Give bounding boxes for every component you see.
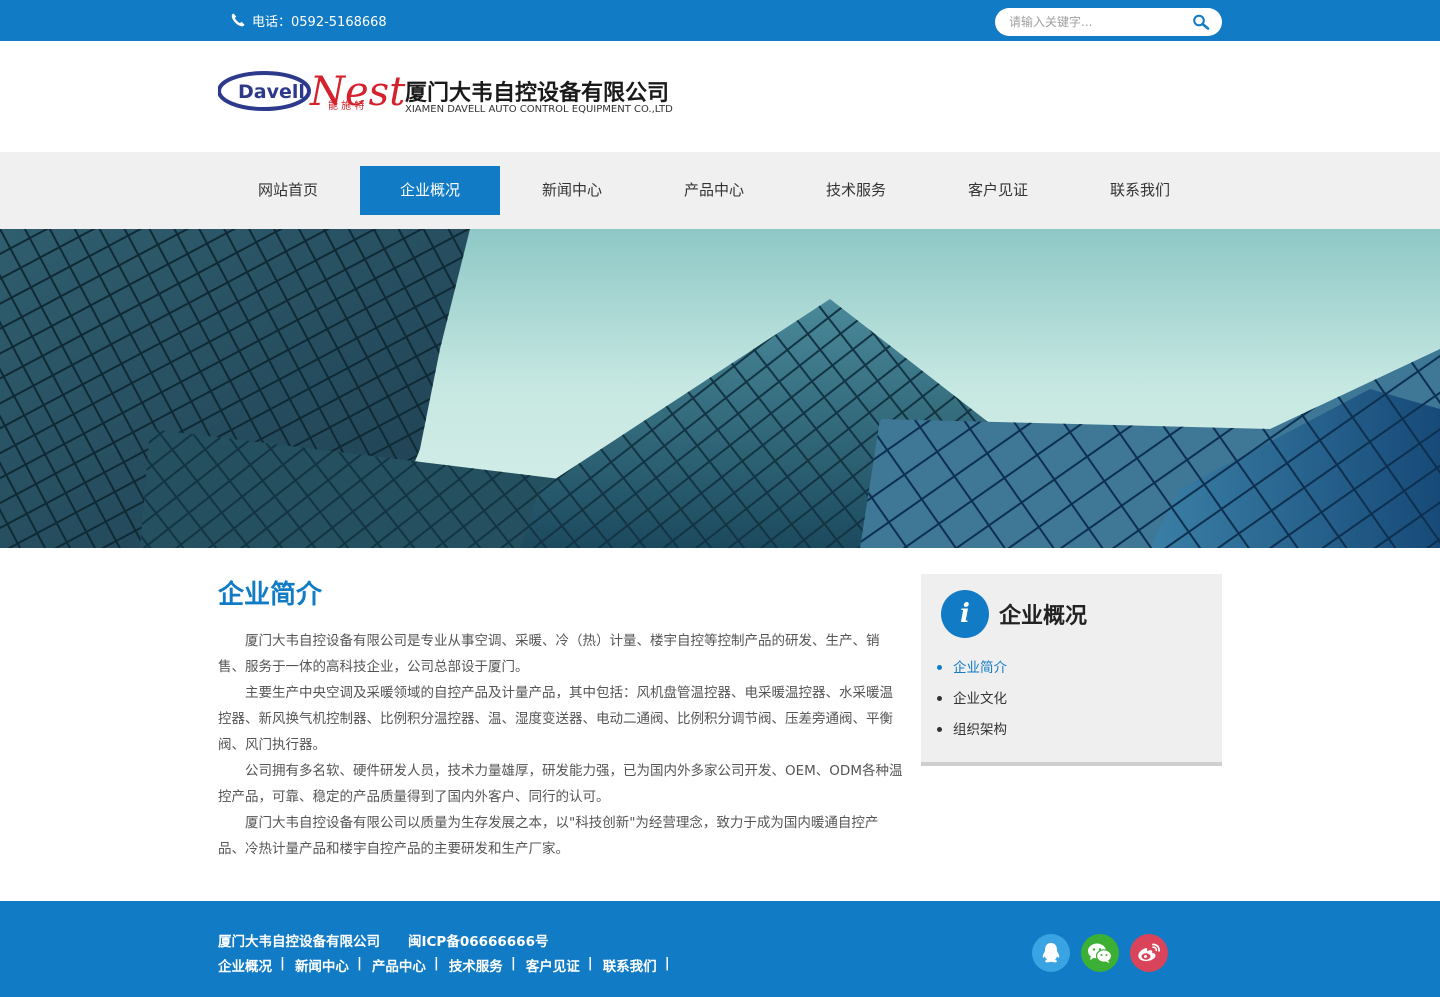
bullet-icon — [937, 727, 942, 732]
phone-text: 电话：0592-5168668 — [252, 14, 387, 30]
footer-separator: | — [280, 955, 285, 971]
nav-item-news[interactable]: 新闻中心 — [502, 166, 642, 215]
article-paragraph: 厦门大韦自控设备有限公司以质量为生存发展之本，以"科技创新"为经营理念，致力于成… — [218, 815, 879, 857]
footer-links: 企业概况 | 新闻中心 | 产品中心 | 技术服务 | 客户见证 | 联系我们 | — [218, 955, 680, 975]
sidebar-item-label: 组织架构 — [953, 721, 1007, 738]
nav-item-tech-service[interactable]: 技术服务 — [786, 166, 926, 215]
logo-brand-left: Davell — [238, 81, 305, 103]
page-title: 企业简介 — [218, 580, 323, 610]
search-box — [995, 8, 1222, 36]
qq-button[interactable] — [1032, 934, 1070, 972]
site-footer: 厦门大韦自控设备有限公司 闽ICP备06666666号 企业概况 | 新闻中心 | … — [0, 901, 1440, 997]
bullet-icon — [937, 665, 942, 670]
weibo-icon — [1138, 943, 1160, 962]
footer-link-products[interactable]: 产品中心 — [372, 955, 426, 975]
footer-link-contact[interactable]: 联系我们 — [603, 955, 657, 975]
footer-link-company-overview[interactable]: 企业概况 — [218, 955, 272, 975]
qq-icon — [1042, 943, 1060, 963]
phone-contact: 电话：0592-5168668 — [230, 10, 387, 30]
hero-banner — [0, 229, 1440, 548]
nav-item-testimonials[interactable]: 客户见证 — [928, 166, 1068, 215]
weibo-button[interactable] — [1130, 934, 1168, 972]
sidebar-item-org-structure[interactable]: 组织架构 — [937, 714, 1007, 745]
article-paragraph: 厦门大韦自控设备有限公司是专业从事空调、采暖、冷（热）计量、楼宇自控等控制产品的… — [218, 633, 880, 675]
footer-separator: | — [510, 955, 516, 971]
site-header: Davell Nest 能 施 特 厦门大韦自控设备有限公司 XIAMEN DA… — [0, 41, 1440, 152]
footer-separator: | — [587, 955, 593, 971]
article-body: 厦门大韦自控设备有限公司是专业从事空调、采暖、冷（热）计量、楼宇自控等控制产品的… — [218, 628, 904, 862]
nav-item-home[interactable]: 网站首页 — [218, 166, 358, 215]
top-bar: 电话：0592-5168668 — [0, 0, 1440, 41]
footer-link-testimonials[interactable]: 客户见证 — [526, 955, 580, 975]
buildings-image — [0, 229, 1440, 548]
footer-separator: | — [356, 955, 362, 971]
logo-brand-cn: 能 施 特 — [328, 99, 364, 112]
info-icon: i — [941, 590, 989, 638]
footer-info: 厦门大韦自控设备有限公司 闽ICP备06666666号 — [218, 930, 548, 950]
footer-separator: | — [433, 955, 439, 971]
sidebar-item-label: 企业文化 — [953, 690, 1007, 707]
bullet-icon — [937, 696, 942, 701]
wechat-button[interactable] — [1081, 934, 1119, 972]
company-name-cn: 厦门大韦自控设备有限公司 — [405, 81, 670, 106]
footer-separator: | — [664, 955, 670, 971]
phone-icon — [231, 13, 245, 27]
sidebar-list: 企业简介 企业文化 组织架构 — [937, 652, 1007, 745]
article-paragraph: 主要生产中央空调及采暖领域的自控产品及计量产品，其中包括：风机盘管温控器、电采暖… — [218, 685, 893, 753]
company-name-en: XIAMEN DAVELL AUTO CONTROL EQUIPMENT CO.… — [405, 104, 673, 115]
search-input[interactable] — [1009, 15, 1179, 29]
sidebar-title: 企业概况 — [999, 604, 1088, 629]
footer-link-tech-service[interactable]: 技术服务 — [449, 955, 503, 975]
sidebar-item-company-culture[interactable]: 企业文化 — [937, 683, 1007, 714]
sidebar: i 企业概况 企业简介 企业文化 组织架构 — [921, 574, 1222, 766]
sidebar-item-company-profile[interactable]: 企业简介 — [937, 652, 1007, 683]
footer-company: 厦门大韦自控设备有限公司 — [218, 934, 380, 950]
footer-icp[interactable]: 闽ICP备06666666号 — [408, 930, 548, 950]
wechat-icon — [1088, 943, 1113, 963]
footer-link-news[interactable]: 新闻中心 — [295, 955, 349, 975]
search-icon[interactable] — [1192, 14, 1210, 30]
article-paragraph: 公司拥有多名软、硬件研发人员，技术力量雄厚，研发能力强，已为国内外多家公司开发、… — [218, 763, 903, 805]
main-nav: 网站首页 企业概况 新闻中心 产品中心 技术服务 客户见证 联系我们 — [0, 152, 1440, 229]
nav-item-contact[interactable]: 联系我们 — [1070, 166, 1210, 215]
nav-item-company-overview[interactable]: 企业概况 — [360, 166, 500, 215]
nav-item-products[interactable]: 产品中心 — [644, 166, 784, 215]
sidebar-item-label: 企业简介 — [953, 659, 1007, 676]
